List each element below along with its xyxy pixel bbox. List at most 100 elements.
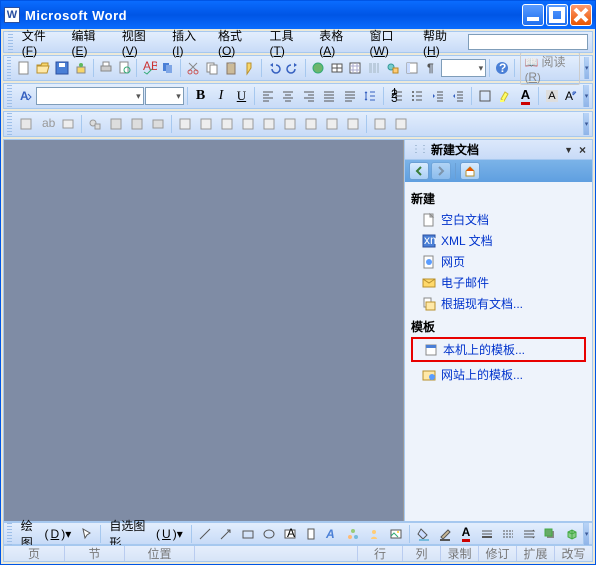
rev5-button[interactable] bbox=[106, 114, 126, 134]
rev15-button[interactable] bbox=[322, 114, 342, 134]
rev13-button[interactable] bbox=[280, 114, 300, 134]
print-button[interactable] bbox=[97, 58, 115, 78]
nav-forward-button[interactable] bbox=[431, 162, 451, 180]
insert-table-button[interactable] bbox=[346, 58, 364, 78]
line-style-button[interactable] bbox=[477, 524, 496, 544]
link-xml-document[interactable]: xmlXML 文档 bbox=[411, 230, 586, 251]
arrow-style-button[interactable] bbox=[520, 524, 539, 544]
menu-help[interactable]: 帮助(H) bbox=[417, 25, 468, 60]
toolbar-options-button[interactable] bbox=[583, 113, 589, 135]
help-search-input[interactable] bbox=[468, 34, 588, 50]
undo-button[interactable] bbox=[265, 58, 283, 78]
styles-button[interactable]: A bbox=[16, 86, 35, 106]
document-canvas[interactable] bbox=[4, 140, 404, 521]
close-button[interactable] bbox=[570, 4, 592, 26]
numbering-button[interactable]: 123 bbox=[387, 86, 406, 106]
italic-button[interactable]: I bbox=[211, 86, 230, 106]
rev18-button[interactable] bbox=[391, 114, 411, 134]
maximize-button[interactable] bbox=[546, 4, 568, 26]
preview-button[interactable] bbox=[116, 58, 134, 78]
menu-table[interactable]: 表格(A) bbox=[313, 25, 363, 60]
menu-window[interactable]: 窗口(W) bbox=[364, 25, 418, 60]
align-right-button[interactable] bbox=[299, 86, 318, 106]
status-ovr[interactable]: 改写 bbox=[554, 546, 592, 561]
insert-diagram-button[interactable] bbox=[16, 114, 36, 134]
cut-button[interactable] bbox=[184, 58, 202, 78]
line-spacing-button[interactable] bbox=[360, 86, 379, 106]
decrease-indent-button[interactable] bbox=[428, 86, 447, 106]
toolbar-options-button[interactable] bbox=[584, 57, 589, 79]
align-left-button[interactable] bbox=[258, 86, 277, 106]
align-center-button[interactable] bbox=[279, 86, 298, 106]
font-color-button-draw[interactable]: A bbox=[456, 524, 475, 544]
menu-insert[interactable]: 插入(I) bbox=[166, 25, 212, 60]
format-painter-button[interactable] bbox=[240, 58, 258, 78]
rev16-button[interactable] bbox=[343, 114, 363, 134]
taskpane-close-button[interactable]: × bbox=[579, 143, 586, 157]
font-name-select[interactable] bbox=[36, 87, 143, 105]
link-blank-document[interactable]: 空白文档 bbox=[411, 209, 586, 230]
spellcheck-button[interactable]: ABC bbox=[140, 58, 158, 78]
increase-indent-button[interactable] bbox=[448, 86, 467, 106]
highlight-button[interactable] bbox=[495, 86, 514, 106]
show-formatting-button[interactable]: ¶ bbox=[422, 58, 440, 78]
oval-tool-button[interactable] bbox=[259, 524, 278, 544]
menu-view[interactable]: 视图(V) bbox=[116, 25, 166, 60]
char-scaling-button[interactable]: A bbox=[563, 86, 582, 106]
doc-map-button[interactable] bbox=[403, 58, 421, 78]
shadow-style-button[interactable] bbox=[541, 524, 560, 544]
drawing-button[interactable] bbox=[384, 58, 402, 78]
vertical-textbox-button[interactable] bbox=[301, 524, 320, 544]
status-ext[interactable]: 扩展 bbox=[516, 546, 554, 561]
toolbar-options-button[interactable] bbox=[583, 523, 589, 545]
nav-home-button[interactable] bbox=[460, 162, 480, 180]
save-button[interactable] bbox=[53, 58, 71, 78]
open-button[interactable] bbox=[34, 58, 52, 78]
permission-button[interactable] bbox=[72, 58, 90, 78]
tables-borders-button[interactable] bbox=[328, 58, 346, 78]
bold-button[interactable]: B bbox=[191, 86, 210, 106]
line-color-button[interactable] bbox=[435, 524, 454, 544]
diagram-button[interactable] bbox=[344, 524, 363, 544]
minimize-button[interactable] bbox=[522, 4, 544, 26]
toolbar-grip[interactable] bbox=[7, 57, 11, 79]
toolbar-grip[interactable] bbox=[7, 113, 12, 135]
help-button[interactable]: ? bbox=[493, 58, 511, 78]
link-from-existing[interactable]: 根据现有文档... bbox=[411, 293, 586, 314]
bullets-button[interactable] bbox=[407, 86, 426, 106]
rev6-button[interactable] bbox=[127, 114, 147, 134]
rev14-button[interactable] bbox=[301, 114, 321, 134]
select-objects-button[interactable] bbox=[77, 524, 96, 544]
line-tool-button[interactable] bbox=[196, 524, 215, 544]
menu-file[interactable]: 文件(F) bbox=[16, 25, 66, 60]
wordart-button[interactable]: A bbox=[323, 524, 342, 544]
edit-text-button[interactable]: ab bbox=[37, 114, 57, 134]
justify-button[interactable] bbox=[320, 86, 339, 106]
redo-button[interactable] bbox=[284, 58, 302, 78]
toolbar-options-button[interactable] bbox=[583, 85, 589, 107]
fill-color-button[interactable] bbox=[414, 524, 433, 544]
clipart-button[interactable] bbox=[365, 524, 384, 544]
toolbar-grip[interactable] bbox=[8, 31, 13, 53]
rev7-button[interactable] bbox=[148, 114, 168, 134]
zoom-select[interactable] bbox=[441, 59, 486, 77]
columns-button[interactable] bbox=[365, 58, 383, 78]
textbox-tool-button[interactable]: A bbox=[280, 524, 299, 544]
rev17-button[interactable] bbox=[370, 114, 390, 134]
arrow-tool-button[interactable] bbox=[217, 524, 236, 544]
status-rev[interactable]: 修订 bbox=[478, 546, 516, 561]
3d-style-button[interactable] bbox=[562, 524, 581, 544]
distribute-button[interactable] bbox=[340, 86, 359, 106]
link-local-templates[interactable]: 本机上的模板... bbox=[413, 339, 584, 360]
taskpane-header[interactable]: ⋮⋮ 新建文档 ▼ × bbox=[405, 140, 592, 160]
review-button[interactable] bbox=[58, 114, 78, 134]
link-email[interactable]: 电子邮件 bbox=[411, 272, 586, 293]
insert-picture-button[interactable] bbox=[386, 524, 405, 544]
link-web-templates[interactable]: 网站上的模板... bbox=[411, 364, 586, 385]
border-button[interactable] bbox=[475, 86, 494, 106]
read-mode-button[interactable]: 📖 阅读(R) bbox=[520, 52, 581, 85]
status-rec[interactable]: 录制 bbox=[440, 546, 478, 561]
new-doc-button[interactable] bbox=[15, 58, 33, 78]
insert-shape-button[interactable] bbox=[85, 114, 105, 134]
research-button[interactable] bbox=[159, 58, 177, 78]
